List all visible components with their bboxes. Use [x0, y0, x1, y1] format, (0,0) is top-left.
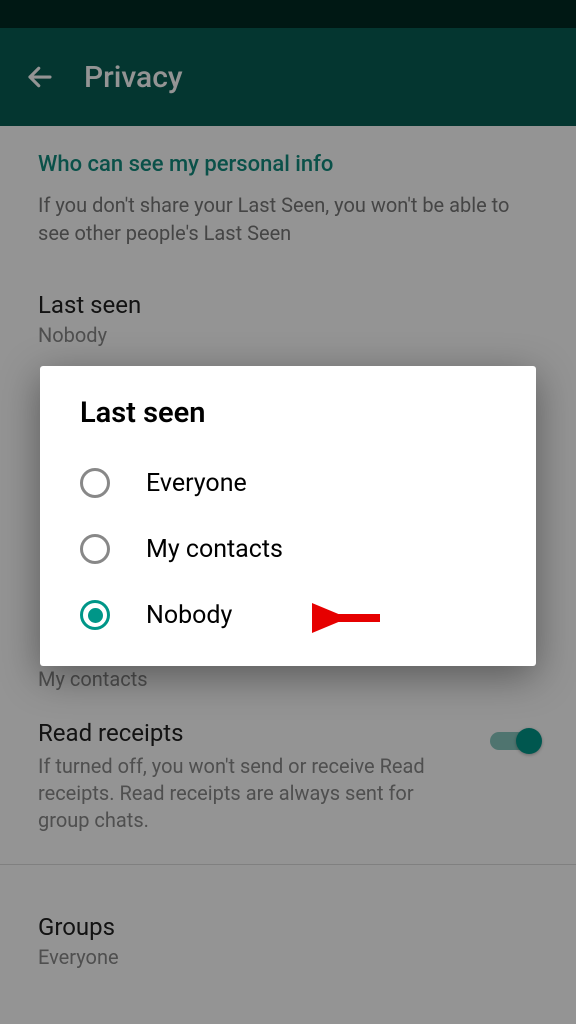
- radio-icon: [80, 468, 110, 498]
- radio-option-everyone[interactable]: Everyone: [40, 450, 536, 516]
- radio-icon: [80, 534, 110, 564]
- radio-label: Nobody: [146, 601, 232, 630]
- radio-label: My contacts: [146, 535, 283, 564]
- radio-option-my-contacts[interactable]: My contacts: [40, 516, 536, 582]
- radio-option-nobody[interactable]: Nobody: [40, 582, 536, 648]
- last-seen-dialog: Last seen Everyone My contacts Nobody: [40, 366, 536, 666]
- annotation-arrow-icon: [312, 600, 384, 640]
- dialog-title: Last seen: [40, 396, 536, 450]
- radio-icon-selected: [80, 600, 110, 630]
- radio-label: Everyone: [146, 469, 247, 498]
